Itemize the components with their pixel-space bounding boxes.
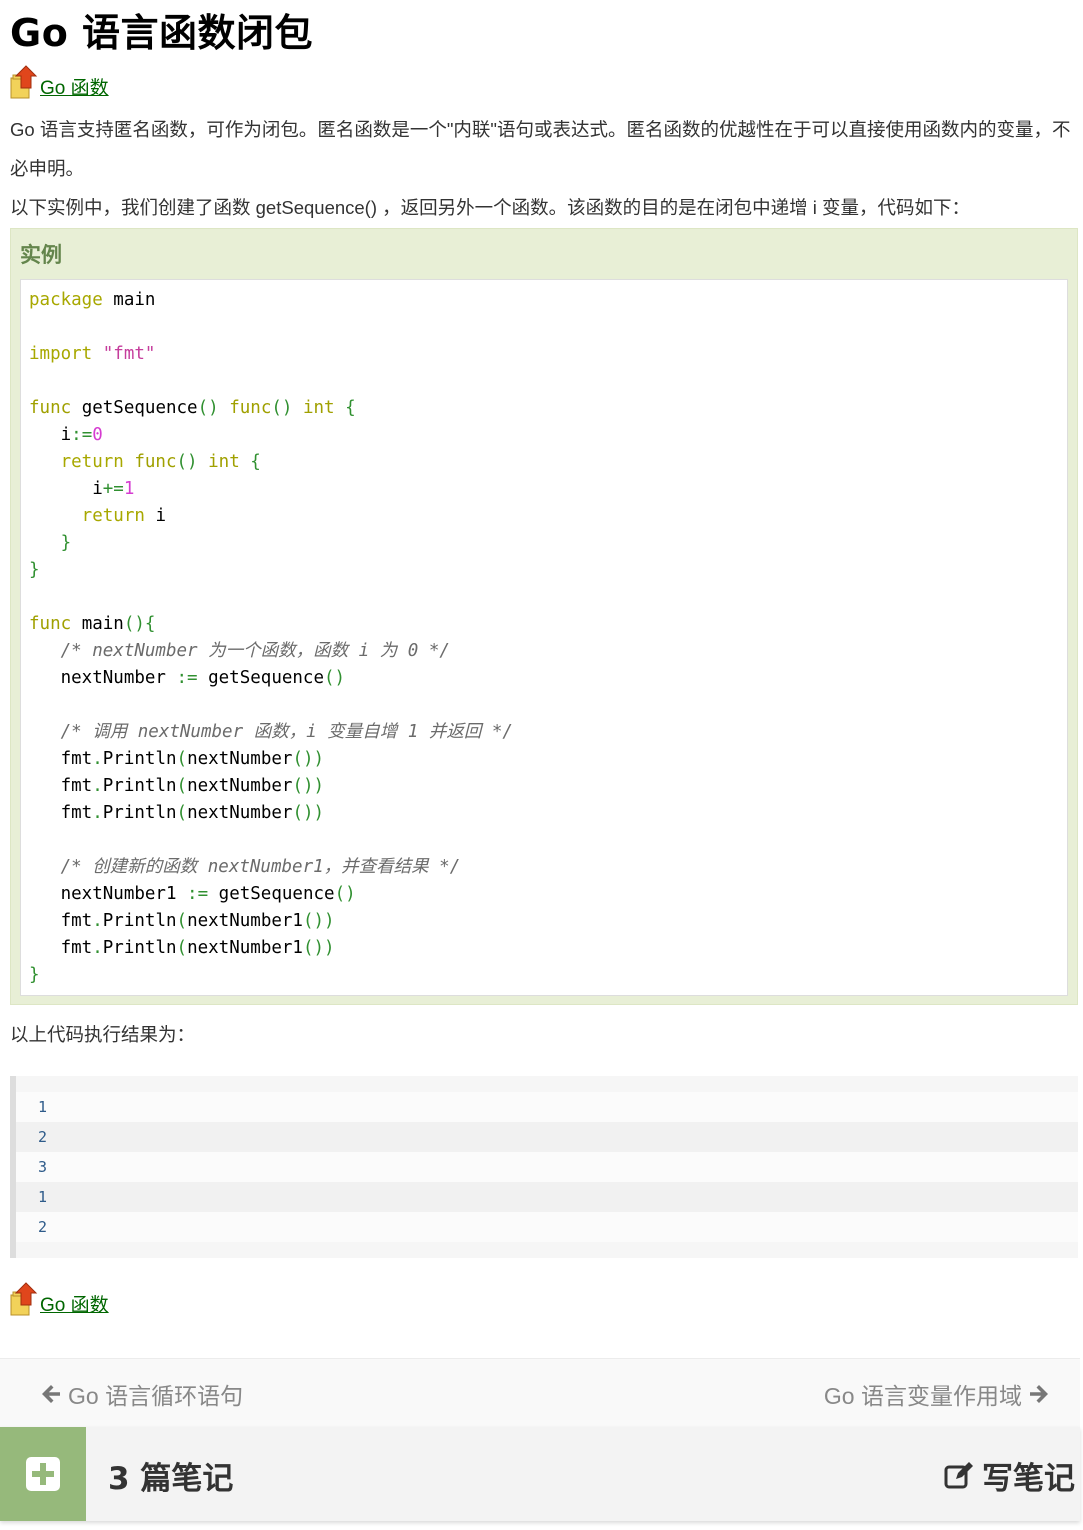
page-title: Go 语言函数闭包 xyxy=(10,11,314,55)
next-page-label[interactable]: Go 语言变量作用域 xyxy=(824,1377,1022,1411)
arrow-left-icon xyxy=(42,1385,60,1403)
up-arrow-folder-icon xyxy=(10,1282,38,1316)
edit-icon xyxy=(944,1461,973,1488)
prev-page-label[interactable]: Go 语言循环语句 xyxy=(68,1377,243,1411)
code-line: fmt.Println(nextNumber1()) xyxy=(29,938,335,958)
output-line: 2 xyxy=(16,1122,1078,1152)
code-line: i+=1 xyxy=(29,479,135,499)
expand-notes-button[interactable] xyxy=(0,1427,86,1521)
code-line: i:=0 xyxy=(29,425,103,445)
code-line: fmt.Println(nextNumber1()) xyxy=(29,911,335,931)
output-line: 1 xyxy=(16,1092,1078,1122)
code-line: } xyxy=(29,965,40,985)
code-box: package main import "fmt" func getSequen… xyxy=(20,279,1068,996)
page: Go 语言函数闭包 Go 函数 Go 语言支持匿名函数，可作为闭包。匿名函数是一… xyxy=(0,0,1083,1530)
arrow-right-icon xyxy=(1030,1385,1048,1403)
code-comment: /* nextNumber 为一个函数，函数 i 为 0 */ xyxy=(29,641,450,661)
output-line: 1 xyxy=(16,1182,1078,1212)
prev-next-nav: Go 语言循环语句 Go 语言变量作用域 xyxy=(0,1358,1080,1427)
notes-bar: 3 篇笔记 写笔记 xyxy=(0,1427,1080,1521)
notes-count[interactable]: 3 篇笔记 xyxy=(108,1453,233,1498)
code-line: import "fmt" xyxy=(29,344,156,364)
code-line: nextNumber := getSequence() xyxy=(29,668,346,688)
code-comment: /* 创建新的函数 nextNumber1，并查看结果 */ xyxy=(29,857,461,877)
code-line: fmt.Println(nextNumber()) xyxy=(29,776,325,796)
intro-paragraph-2: 以下实例中，我们创建了函数 getSequence() ，返回另外一个函数。该函… xyxy=(10,197,971,218)
plus-icon xyxy=(26,1457,60,1491)
code-line: } xyxy=(29,533,72,553)
code-line: return i xyxy=(29,506,166,526)
code-line: } xyxy=(29,560,40,580)
code-line: func getSequence() func() int { xyxy=(29,398,356,418)
write-note-label[interactable]: 写笔记 xyxy=(982,1453,1075,1498)
next-page-link[interactable]: Go 语言变量作用域 xyxy=(824,1377,1050,1411)
output-block: 1 2 3 1 2 xyxy=(10,1076,1078,1258)
code-line: fmt.Println(nextNumber()) xyxy=(29,749,325,769)
write-note-button[interactable]: 写笔记 xyxy=(944,1453,1075,1498)
up-arrow-folder-icon xyxy=(10,65,38,99)
code-line: return func() int { xyxy=(29,452,261,472)
output-line: 3 xyxy=(16,1152,1078,1182)
example-block: 实例 package main import "fmt" func getSeq… xyxy=(10,228,1078,1005)
code-line: fmt.Println(nextNumber()) xyxy=(29,803,325,823)
back-link-text[interactable]: Go 函数 xyxy=(40,1295,109,1317)
back-link-top[interactable]: Go 函数 xyxy=(10,64,109,100)
code-line: func main(){ xyxy=(29,614,156,634)
back-link-text[interactable]: Go 函数 xyxy=(40,78,109,100)
code-line: nextNumber1 := getSequence() xyxy=(29,884,356,904)
output-line: 2 xyxy=(16,1212,1078,1242)
code-comment: /* 调用 nextNumber 函数，i 变量自增 1 并返回 */ xyxy=(29,722,513,742)
back-link-bottom[interactable]: Go 函数 xyxy=(10,1281,109,1317)
prev-page-link[interactable]: Go 语言循环语句 xyxy=(40,1377,243,1411)
example-title: 实例 xyxy=(20,243,62,267)
code-line: package main xyxy=(29,290,156,310)
result-label: 以上代码执行结果为： xyxy=(10,1024,196,1045)
intro-paragraph-1: Go 语言支持匿名函数，可作为闭包。匿名函数是一个"内联"语句或表达式。匿名函数… xyxy=(10,119,1071,179)
